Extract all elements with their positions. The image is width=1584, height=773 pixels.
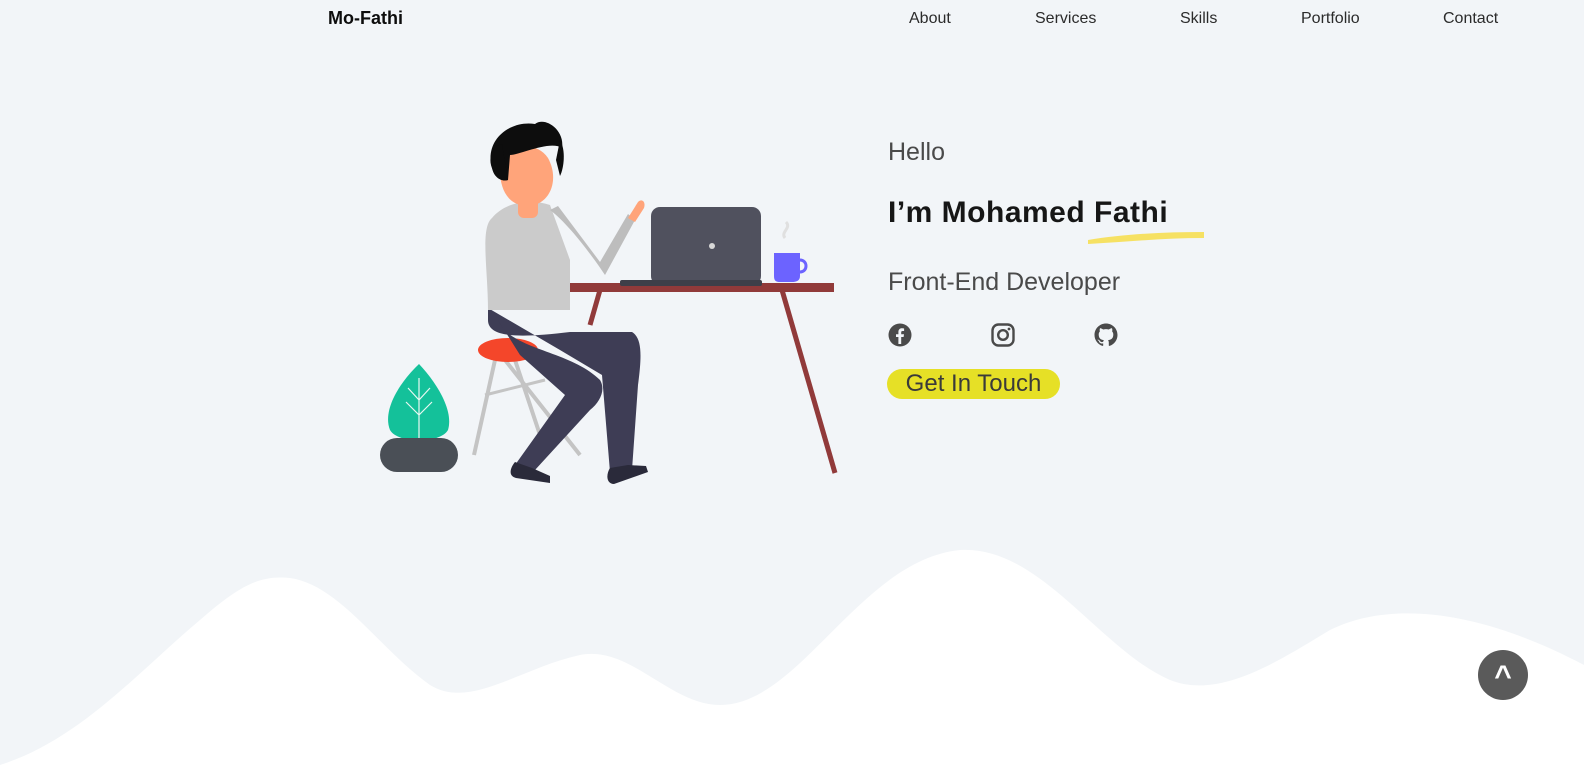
nav-link-about[interactable]: About (909, 10, 951, 28)
name-heading: I’m Mohamed Fathi (888, 196, 1169, 229)
get-in-touch-button[interactable]: Get In Touch (887, 369, 1060, 399)
greeting-text: Hello (888, 138, 945, 166)
nav-link-contact[interactable]: Contact (1443, 10, 1498, 28)
nav-link-skills[interactable]: Skills (1180, 10, 1217, 28)
nav-link-portfolio[interactable]: Portfolio (1301, 10, 1360, 28)
plant-illustration (380, 364, 458, 472)
github-icon[interactable] (1094, 323, 1118, 347)
instagram-icon[interactable] (991, 323, 1015, 347)
facebook-icon[interactable] (888, 323, 912, 347)
name-heading-wrap: I’m Mohamed Fathi (888, 196, 1218, 248)
nav-link-services[interactable]: Services (1035, 10, 1096, 28)
logo[interactable]: Mo-Fathi (328, 8, 403, 29)
page: Mo-Fathi About Services Skills Portfolio… (0, 0, 1584, 773)
developer-illustration (380, 121, 838, 484)
wave-decoration (0, 549, 1584, 773)
mug-illustration (774, 220, 808, 282)
navbar: Mo-Fathi About Services Skills Portfolio… (0, 0, 1584, 40)
person-illustration (485, 121, 648, 484)
scroll-to-top-button[interactable]: ^ (1478, 650, 1528, 700)
laptop-illustration (620, 207, 762, 286)
role-text: Front-End Developer (888, 268, 1121, 296)
